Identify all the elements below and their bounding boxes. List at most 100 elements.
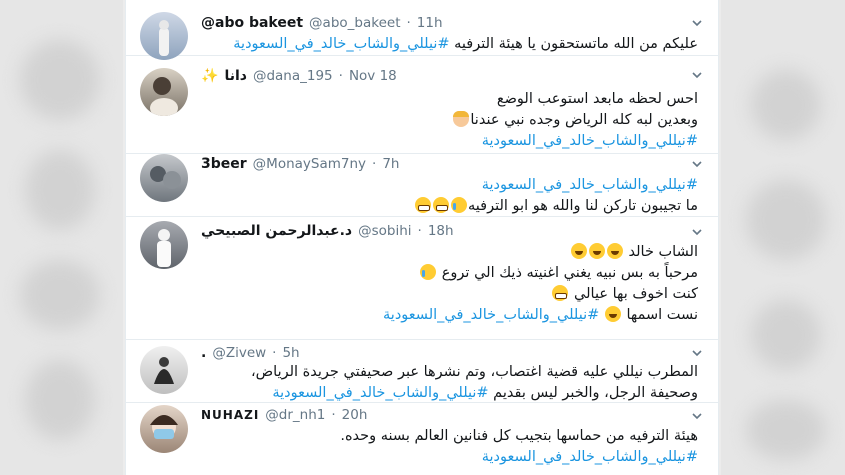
- author-handle[interactable]: @sobihi: [358, 223, 411, 239]
- tweet-line: نست اسمها #نيللي_والشاب_خالد_في_السعودية: [201, 305, 698, 326]
- avatar-figure-icon: [154, 357, 174, 384]
- chevron-down-icon[interactable]: [690, 16, 704, 30]
- author-name[interactable]: د.عبدالرحمن الصبيحي: [201, 223, 352, 239]
- tweet-line-text: عليكم من الله ماتستحقون يا هيئة الترفيه: [449, 36, 698, 52]
- tweet-line: وبعدين لبه كله الرياض وجده نبي عندنا: [201, 110, 698, 131]
- blurred-shape: [20, 260, 100, 330]
- tweet-text: #نيللي_والشاب_خالد_في_السعودية ما تجيبون…: [201, 175, 698, 217]
- hashtag-link[interactable]: #نيللي_والشاب_خالد_في_السعودية: [233, 36, 449, 52]
- tweet[interactable]: ✨ دانا @dana_195 · Nov 18 احس لحظه مابعد…: [126, 56, 718, 154]
- avatar-figure-icon: [150, 77, 178, 116]
- tweet-time[interactable]: 20h: [342, 407, 368, 423]
- avatar[interactable]: [140, 346, 188, 394]
- blurred-shape: [746, 180, 826, 260]
- chevron-down-icon[interactable]: [690, 68, 704, 82]
- separator-dot: ·: [331, 407, 336, 423]
- tweet-text: احس لحظه مابعد استوعب الوضع وبعدين لبه ك…: [201, 89, 698, 152]
- tweet-time[interactable]: 5h: [282, 345, 299, 361]
- avatar[interactable]: [140, 405, 188, 453]
- avatar[interactable]: [140, 154, 188, 202]
- laughing-emoji-icon: [606, 243, 623, 259]
- author-name[interactable]: 3beer: [201, 156, 247, 172]
- author-name[interactable]: @abo bakeet: [201, 15, 303, 31]
- sparkles-icon: ✨: [201, 68, 219, 84]
- tweet-header: @abo bakeet @abo_bakeet · 11h: [201, 13, 688, 33]
- tweet-header: ✨ دانا @dana_195 · Nov 18: [201, 66, 688, 86]
- author-name[interactable]: دانا: [224, 68, 247, 84]
- tweet[interactable]: د.عبدالرحمن الصبيحي @sobihi · 18h الشاب …: [126, 217, 718, 340]
- chevron-down-icon[interactable]: [690, 346, 704, 360]
- grin-emoji-icon: [552, 285, 569, 301]
- avatar[interactable]: [140, 12, 188, 60]
- hashtag-link[interactable]: #نيللي_والشاب_خالد_في_السعودية: [383, 307, 599, 323]
- tweet-header: 3beer @MonaySam7ny · 7h: [201, 154, 688, 174]
- author-handle[interactable]: @abo_bakeet: [309, 15, 400, 31]
- left-blurred-backdrop: [0, 0, 123, 475]
- tweet-line: المطرب نيللي عليه قضية اغتصاب، وتم نشرها…: [201, 362, 698, 383]
- avatar[interactable]: [140, 221, 188, 269]
- tweet-text: الشاب خالد مرحباً به بس نبيه يغني اغنيته…: [201, 242, 698, 326]
- tweet-line: #نيللي_والشاب_خالد_في_السعودية: [201, 447, 698, 468]
- separator-dot: ·: [272, 345, 277, 361]
- tweet-time[interactable]: 11h: [417, 15, 443, 31]
- hashtag-link[interactable]: #نيللي_والشاب_خالد_في_السعودية: [272, 385, 488, 401]
- blurred-shape: [25, 360, 95, 440]
- right-blurred-backdrop: [721, 0, 845, 475]
- tweet-line-text: كنت اخوف بها عيالي: [574, 286, 698, 302]
- grin-emoji-icon: [433, 197, 450, 213]
- tweet-line: احس لحظه مابعد استوعب الوضع: [201, 89, 698, 110]
- chevron-down-icon[interactable]: [690, 409, 704, 423]
- tired-emoji-icon: [420, 264, 437, 280]
- hashtag-link[interactable]: #نيللي_والشاب_خالد_في_السعودية: [482, 133, 698, 149]
- author-handle[interactable]: @dr_nh1: [265, 407, 325, 423]
- tweet-line-text: الشاب خالد: [628, 244, 698, 260]
- avatar-figure-icon: [150, 166, 181, 189]
- author-name[interactable]: .: [201, 345, 206, 361]
- tweet-line-text: المطرب نيللي عليه قضية اغتصاب، وتم نشرها…: [250, 364, 698, 380]
- tweet-text: هيئة الترفيه من حماسها بتجيب كل فنانين ا…: [201, 426, 698, 468]
- chevron-down-icon[interactable]: [690, 157, 704, 171]
- avatar-figure-icon: [159, 20, 169, 56]
- author-handle[interactable]: @MonaySam7ny: [253, 156, 366, 172]
- author-handle[interactable]: @Zivew: [212, 345, 266, 361]
- tweet-header: . @Zivew · 5h: [201, 343, 688, 363]
- hashtag-link[interactable]: #نيللي_والشاب_خالد_في_السعودية: [482, 449, 698, 465]
- tweet-line: ما تجيبون تاركن لنا والله هو ابو الترفيه: [201, 196, 698, 217]
- tweet-line-text: ما تجيبون تاركن لنا والله هو ابو الترفيه: [468, 198, 698, 214]
- tweet-text: المطرب نيللي عليه قضية اغتصاب، وتم نشرها…: [201, 362, 698, 404]
- tweet-time[interactable]: 7h: [382, 156, 399, 172]
- tweet-header: NUHAZI @dr_nh1 · 20h: [201, 405, 688, 425]
- author-handle[interactable]: @dana_195: [253, 68, 333, 84]
- tweet-line: وصحيفة الرجل، والخبر ليس بقديم #نيللي_وا…: [201, 383, 698, 404]
- tweet-line: عليكم من الله ماتستحقون يا هيئة الترفيه …: [201, 34, 698, 55]
- tweet[interactable]: . @Zivew · 5h المطرب نيللي عليه قضية اغت…: [126, 340, 718, 403]
- hashtag-link[interactable]: #نيللي_والشاب_خالد_في_السعودية: [482, 177, 698, 193]
- tweet-text: عليكم من الله ماتستحقون يا هيئة الترفيه …: [201, 34, 698, 55]
- blurred-shape: [751, 70, 821, 140]
- tweet[interactable]: NUHAZI @dr_nh1 · 20h هيئة الترفيه من حما…: [126, 403, 718, 475]
- tweet-line-text: نست اسمها: [621, 307, 699, 323]
- woman-emoji-icon: [453, 111, 470, 127]
- tweet-line-text: هيئة الترفيه من حماسها بتجيب كل فنانين ا…: [340, 428, 698, 444]
- tweet-line-text: احس لحظه مابعد استوعب الوضع: [496, 91, 698, 107]
- tweet-line: مرحباً به بس نبيه يغني اغنيته ذيك الي تر…: [201, 263, 698, 284]
- tweet-line-text: وبعدين لبه كله الرياض وجده نبي عندنا: [470, 112, 698, 128]
- tweet[interactable]: @abo bakeet @abo_bakeet · 11h عليكم من ا…: [126, 0, 718, 60]
- laughing-emoji-icon: [588, 243, 605, 259]
- laughing-emoji-icon: [604, 306, 621, 322]
- tweet-time[interactable]: 18h: [428, 223, 454, 239]
- laughing-emoji-icon: [570, 243, 587, 259]
- avatar-figure-icon: [150, 415, 178, 439]
- tweet-time[interactable]: Nov 18: [349, 68, 397, 84]
- tweet-line: #نيللي_والشاب_خالد_في_السعودية: [201, 131, 698, 152]
- avatar-figure-icon: [157, 229, 171, 267]
- avatar[interactable]: [140, 68, 188, 116]
- chevron-down-icon[interactable]: [690, 225, 704, 239]
- tweet-line: الشاب خالد: [201, 242, 698, 263]
- blurred-shape: [25, 150, 95, 230]
- grin-emoji-icon: [415, 197, 432, 213]
- tweet-header: د.عبدالرحمن الصبيحي @sobihi · 18h: [201, 221, 688, 241]
- tweet[interactable]: 3beer @MonaySam7ny · 7h #نيللي_والشاب_خا…: [126, 154, 718, 217]
- crying-emoji-icon: [451, 197, 468, 213]
- author-name[interactable]: NUHAZI: [201, 408, 259, 422]
